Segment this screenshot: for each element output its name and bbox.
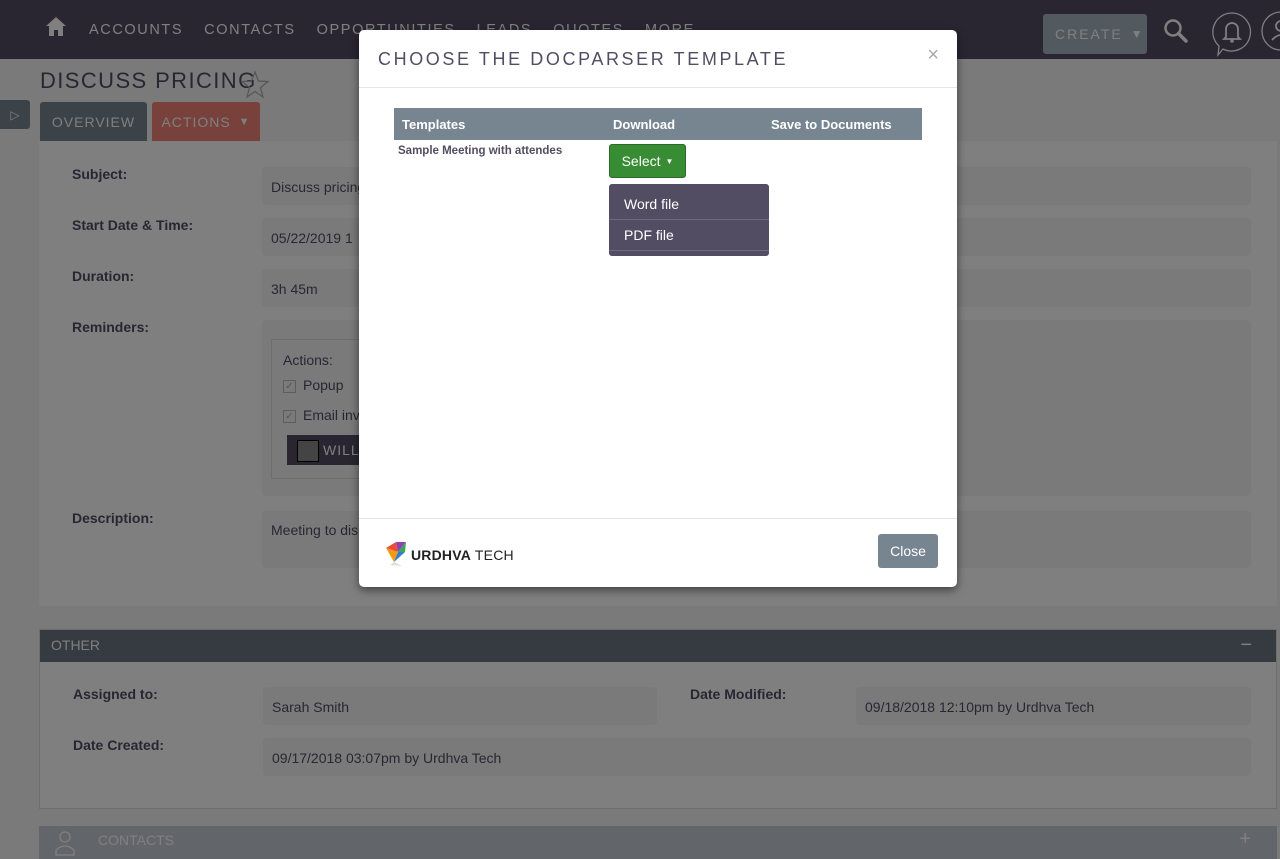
logo-text-bold: URDHVA <box>411 547 472 563</box>
urdhva-tech-logo: URDHVA TECH <box>384 538 514 568</box>
close-icon[interactable]: × <box>927 44 939 67</box>
table-header: Templates Download Save to Documents <box>394 108 922 140</box>
column-header-save: Save to Documents <box>771 117 892 132</box>
divider <box>359 87 957 88</box>
docparser-template-modal: CHOOSE THE DOCPARSER TEMPLATE × Template… <box>359 30 957 587</box>
logo-text: URDHVA TECH <box>411 547 514 563</box>
divider <box>359 518 957 519</box>
select-label: Select <box>621 153 661 169</box>
modal-title: CHOOSE THE DOCPARSER TEMPLATE <box>378 49 789 69</box>
menu-item-word-file[interactable]: Word file <box>609 189 769 220</box>
caret-down-icon: ▼ <box>665 156 674 166</box>
close-button[interactable]: Close <box>878 534 938 568</box>
logo-icon <box>386 542 406 566</box>
column-header-templates: Templates <box>402 117 466 132</box>
templates-table: Templates Download Save to Documents Sam… <box>394 108 922 256</box>
template-name: Sample Meeting with attendes <box>398 145 563 157</box>
select-download-button[interactable]: Select ▼ <box>609 144 686 178</box>
download-dropdown-menu: Word file PDF file <box>609 184 769 256</box>
menu-item-pdf-file[interactable]: PDF file <box>609 220 769 251</box>
logo-text-light: TECH <box>471 547 514 563</box>
column-header-download: Download <box>613 117 676 132</box>
